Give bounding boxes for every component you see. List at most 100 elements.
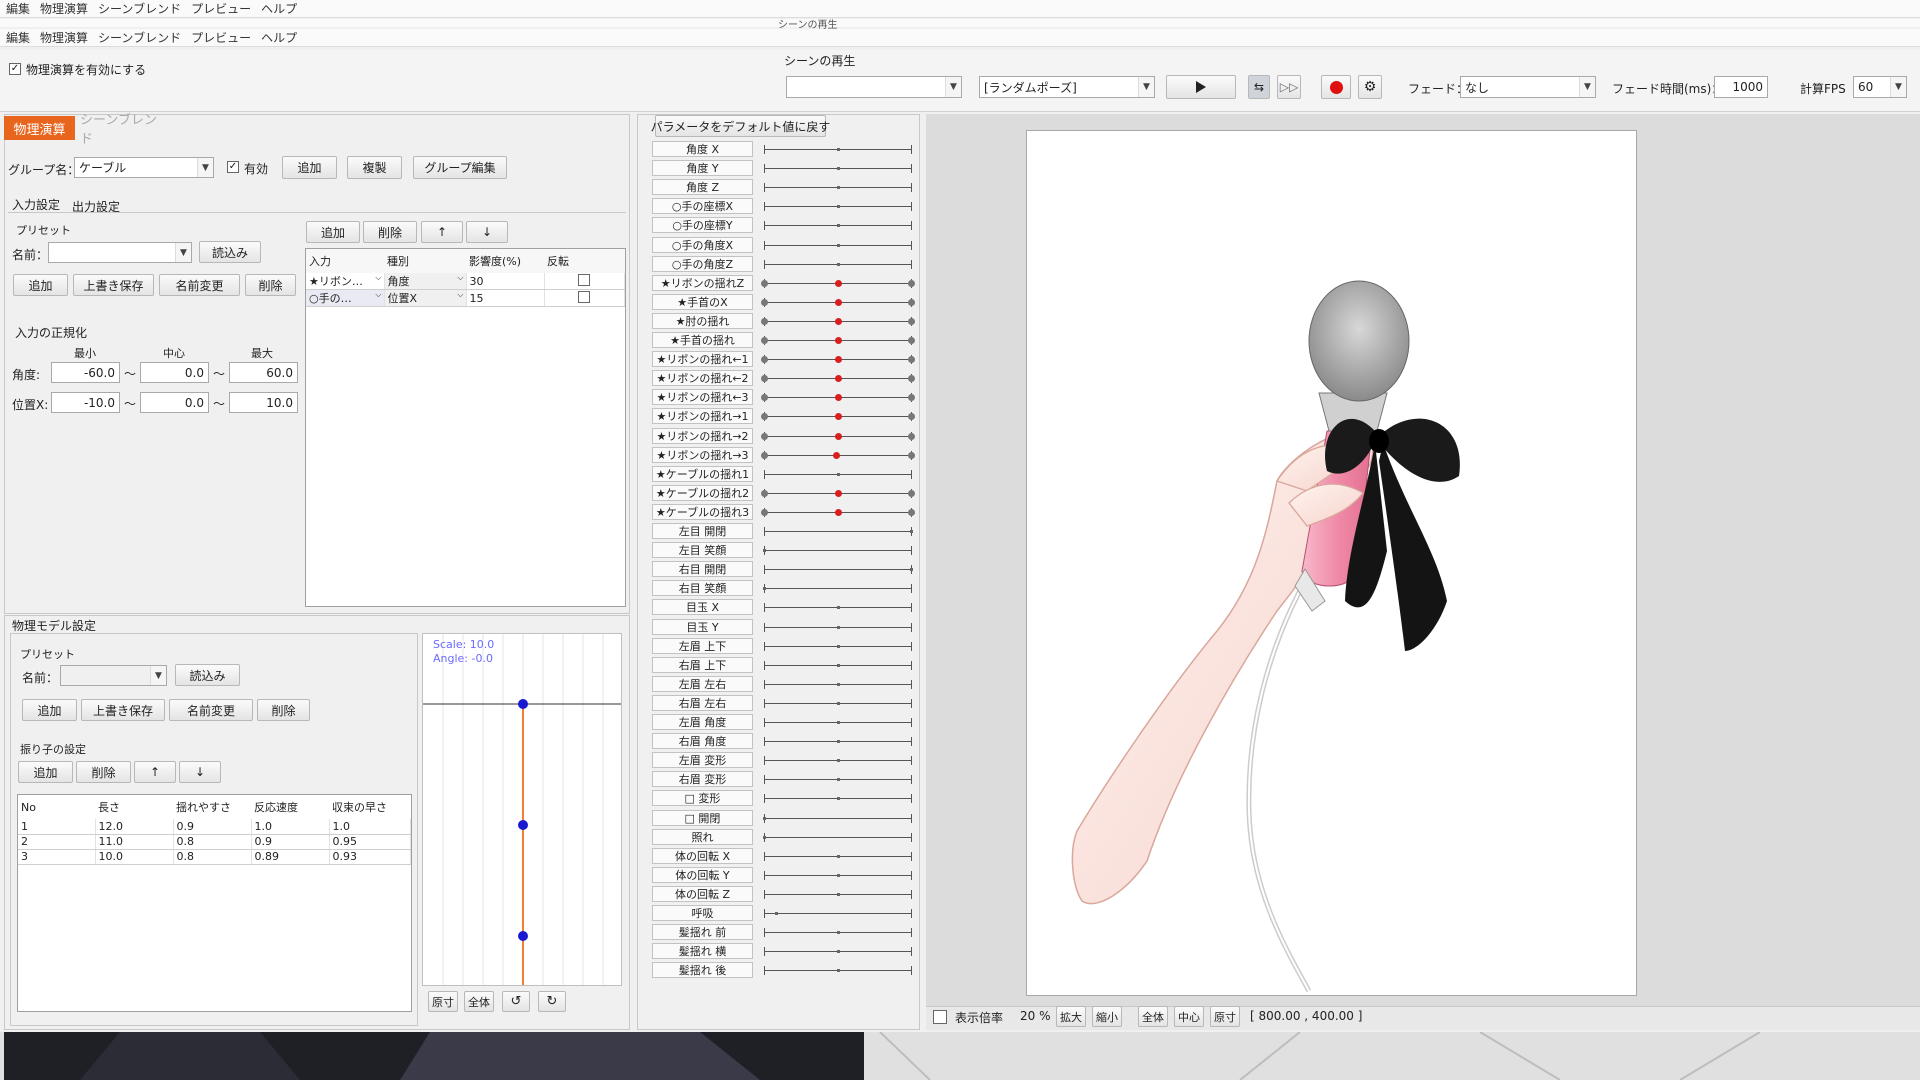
pendulum-actual-size-button[interactable]: 原寸 <box>428 991 458 1012</box>
parameter-slider-track[interactable] <box>764 531 911 532</box>
zoom-out-button[interactable]: 縮小 <box>1092 1006 1122 1027</box>
table-cell[interactable]: 1.0 <box>251 819 330 835</box>
type-cell[interactable]: 位置X ⌵ <box>384 289 467 307</box>
slider-thumb[interactable] <box>836 472 840 476</box>
weight-cell[interactable]: 30 <box>466 273 545 290</box>
table-cell[interactable]: 1.0 <box>329 819 411 835</box>
slider-thumb[interactable] <box>836 969 840 973</box>
pendulum-fit-button[interactable]: 全体 <box>464 991 494 1012</box>
tab-scene-blend[interactable]: シーンブレンド <box>80 113 165 147</box>
parameter-row[interactable]: 右眉 左右 <box>652 694 922 713</box>
parameter-row[interactable]: ○手の座標Y <box>652 216 922 235</box>
input-up-button[interactable]: ↑ <box>421 221 463 243</box>
parameter-row[interactable]: 右眉 上下 <box>652 656 922 675</box>
slider-thumb[interactable] <box>836 224 840 228</box>
parameter-row[interactable]: 左眉 上下 <box>652 637 922 656</box>
table-cell[interactable]: 10.0 <box>95 849 174 865</box>
parameter-row[interactable]: 目玉 X <box>652 598 922 617</box>
slider-thumb[interactable] <box>836 148 840 151</box>
parameter-slider-track[interactable] <box>764 550 911 552</box>
model-preset-load-button[interactable]: 読込み <box>175 664 240 686</box>
tab-input-settings[interactable]: 入力設定 <box>12 196 60 213</box>
table-cell[interactable]: 11.0 <box>95 834 174 850</box>
slider-thumb[interactable] <box>834 413 842 421</box>
parameter-row[interactable]: ★リボンの揺れ→2 <box>652 427 922 446</box>
parameter-row[interactable]: 角度 Z <box>652 178 922 197</box>
parameter-row[interactable]: 体の回転 Y <box>652 866 922 885</box>
model-rename-button[interactable]: 名前変更 <box>169 699 253 721</box>
table-cell[interactable]: 0.8 <box>173 849 252 865</box>
parameter-row[interactable]: ○手の座標X <box>652 197 922 216</box>
slider-thumb[interactable] <box>836 740 840 744</box>
parameter-row[interactable]: □ 開閉 <box>652 809 922 828</box>
menu-item[interactable]: ヘルプ <box>261 0 297 17</box>
fade-select[interactable]: なし ▼ <box>1460 76 1596 98</box>
actual-size-button[interactable]: 原寸 <box>1210 1006 1240 1027</box>
slider-thumb[interactable] <box>836 167 840 171</box>
slider-thumb[interactable] <box>836 243 840 247</box>
slider-thumb[interactable] <box>763 835 766 839</box>
slider-thumb[interactable] <box>834 394 842 402</box>
slider-thumb[interactable] <box>834 298 842 306</box>
menu-item[interactable]: ヘルプ <box>261 29 297 46</box>
slider-thumb[interactable] <box>910 568 913 572</box>
play-button[interactable] <box>1166 75 1236 99</box>
slider-thumb[interactable] <box>763 816 766 820</box>
invert-cell[interactable] <box>544 273 625 290</box>
slider-thumb[interactable] <box>836 778 840 782</box>
record-button[interactable] <box>1321 75 1351 99</box>
slider-thumb[interactable] <box>836 931 840 935</box>
preset-add-button[interactable]: 追加 <box>13 274 68 296</box>
invert-checkbox[interactable] <box>577 273 590 286</box>
input-cell[interactable]: ○手の… ⌵ <box>306 289 385 307</box>
slider-thumb[interactable] <box>763 587 766 591</box>
parameter-row[interactable]: ★ケーブルの揺れ3 <box>652 503 922 522</box>
slider-thumb[interactable] <box>834 375 842 383</box>
parameter-slider-track[interactable] <box>764 913 911 914</box>
parameter-slider-track[interactable] <box>764 588 911 590</box>
slider-thumb[interactable] <box>834 337 842 344</box>
parameter-row[interactable]: 髪揺れ 横 <box>652 942 922 961</box>
parameter-row[interactable]: ★リボンの揺れ←2 <box>652 369 922 388</box>
table-cell[interactable]: 0.8 <box>173 834 252 850</box>
parameter-row[interactable]: 左目 笑顔 <box>652 541 922 560</box>
parameter-row[interactable]: 左目 開閉 <box>652 522 922 541</box>
pendulum-down-button[interactable]: ↓ <box>179 761 221 783</box>
slider-thumb[interactable] <box>836 873 840 877</box>
normalize-angle-center[interactable]: 0.0 <box>140 362 209 383</box>
normalize-posx-max[interactable]: 10.0 <box>229 392 298 413</box>
normalize-posx-center[interactable]: 0.0 <box>140 392 209 413</box>
menu-item[interactable]: プレビュー <box>191 0 251 17</box>
slider-thumb[interactable] <box>836 950 840 954</box>
fps-select[interactable]: 60 ▼ <box>1853 76 1907 98</box>
menu-item[interactable]: 編集 <box>6 29 30 46</box>
group-add-button[interactable]: 追加 <box>282 156 337 179</box>
slider-thumb[interactable] <box>836 625 840 629</box>
fit-all-button[interactable]: 全体 <box>1138 1006 1168 1027</box>
model-canvas[interactable] <box>1026 130 1637 996</box>
parameter-row[interactable]: 髪揺れ 後 <box>652 961 922 980</box>
parameter-row[interactable]: 左眉 角度 <box>652 713 922 732</box>
input-add-button[interactable]: 追加 <box>306 221 360 243</box>
table-cell[interactable]: 2 <box>18 834 96 850</box>
slider-thumb[interactable] <box>834 489 842 497</box>
table-cell[interactable]: 0.95 <box>329 834 411 850</box>
slider-thumb[interactable] <box>836 205 840 209</box>
parameter-row[interactable]: ★ケーブルの揺れ1 <box>652 465 922 484</box>
scene-select[interactable]: ▼ <box>786 76 962 98</box>
tab-physics[interactable]: 物理演算 <box>4 116 75 140</box>
weight-cell[interactable]: 15 <box>466 289 545 307</box>
table-row[interactable]: ○手の… ⌵ 位置X ⌵ 15 <box>306 289 625 307</box>
model-preset-select[interactable]: ▼ <box>60 665 167 686</box>
group-duplicate-button[interactable]: 複製 <box>347 156 402 179</box>
normalize-posx-min[interactable]: -10.0 <box>51 392 120 413</box>
table-cell[interactable]: 12.0 <box>95 819 174 835</box>
parameter-row[interactable]: ★リボンの揺れ←1 <box>652 350 922 369</box>
pendulum-delete-button[interactable]: 削除 <box>76 761 131 783</box>
slider-thumb[interactable] <box>834 279 842 287</box>
slider-thumb[interactable] <box>836 759 840 763</box>
table-cell[interactable]: 1 <box>18 819 96 835</box>
preset-overwrite-button[interactable]: 上書き保存 <box>73 274 154 296</box>
parameter-row[interactable]: ★手首の揺れ <box>652 331 922 350</box>
slider-thumb[interactable] <box>834 317 842 325</box>
